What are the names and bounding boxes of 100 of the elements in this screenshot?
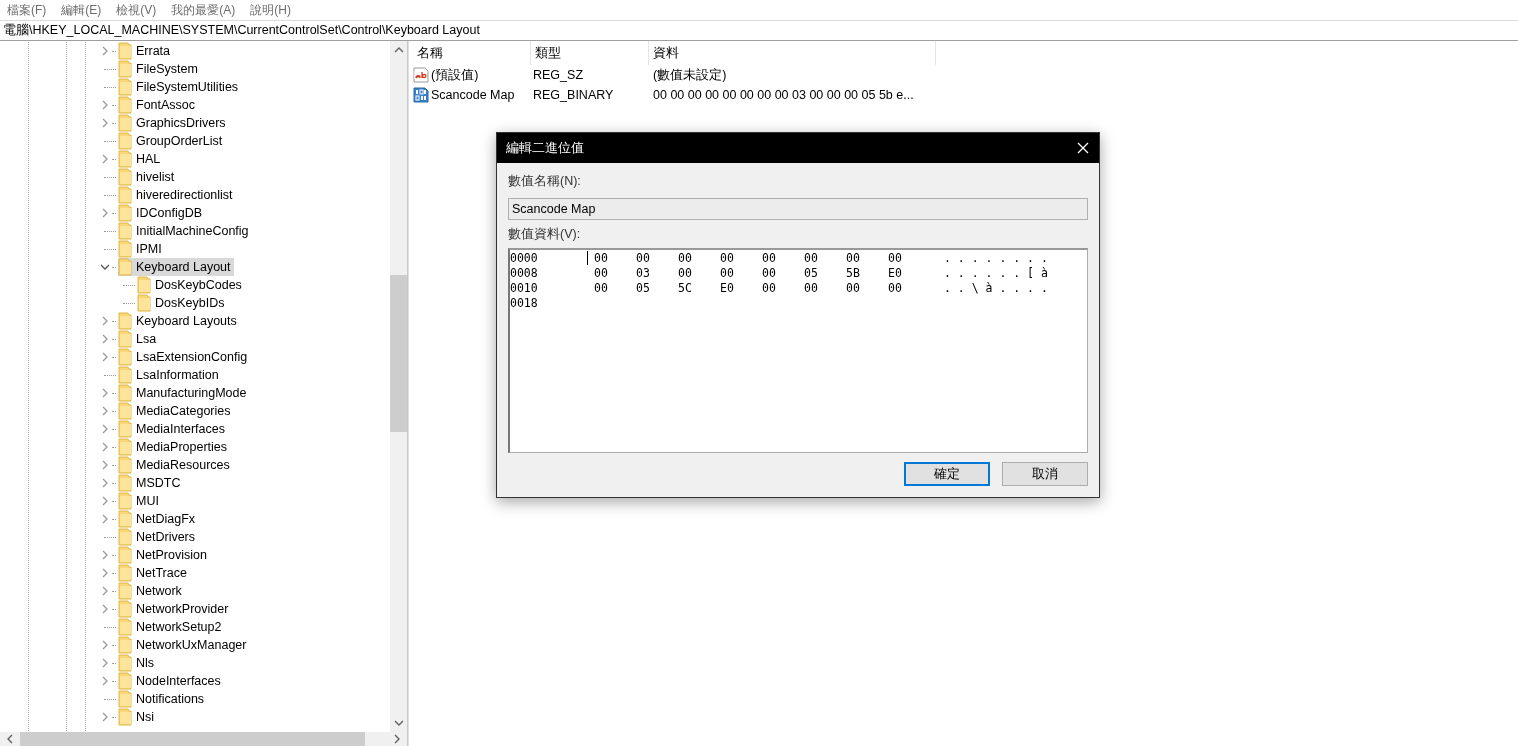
chevron-right-icon[interactable] xyxy=(100,712,110,722)
chevron-right-icon[interactable] xyxy=(100,514,110,524)
column-header[interactable]: 類型 xyxy=(531,41,649,65)
tree-item[interactable]: GraphicsDrivers xyxy=(118,114,229,132)
close-icon[interactable] xyxy=(1077,142,1089,154)
tree-item[interactable]: NetworkSetup2 xyxy=(118,618,225,636)
chevron-right-icon[interactable] xyxy=(100,406,110,416)
tree-item[interactable]: MSDTC xyxy=(118,474,184,492)
chevron-right-icon[interactable] xyxy=(393,734,401,744)
chevron-right-icon[interactable] xyxy=(100,676,110,686)
folder-icon xyxy=(118,600,132,618)
tree-item[interactable]: IDConfigDB xyxy=(118,204,205,222)
chevron-right-icon[interactable] xyxy=(100,100,110,110)
tree-item[interactable]: Network xyxy=(118,582,185,600)
tree-item[interactable]: Errata xyxy=(118,42,174,60)
chevron-down-icon[interactable] xyxy=(100,262,110,272)
chevron-right-icon[interactable] xyxy=(100,496,110,506)
chevron-right-icon[interactable] xyxy=(100,424,110,434)
dialog-button[interactable]: 取消 xyxy=(1002,462,1088,486)
folder-icon xyxy=(118,186,132,204)
tree-item[interactable]: HAL xyxy=(118,150,164,168)
menu-item[interactable]: 檔案(F) xyxy=(7,1,47,19)
tree-item[interactable]: MediaProperties xyxy=(118,438,230,456)
horizontal-scrollbar[interactable] xyxy=(0,732,407,746)
hex-byte: 00 xyxy=(636,251,651,266)
folder-icon xyxy=(118,654,132,672)
tree-item[interactable]: NodeInterfaces xyxy=(118,672,224,690)
chevron-right-icon[interactable] xyxy=(100,118,110,128)
chevron-right-icon[interactable] xyxy=(100,550,110,560)
chevron-right-icon[interactable] xyxy=(100,388,110,398)
tree-item[interactable]: FileSystem xyxy=(118,60,201,78)
tree-item[interactable]: Nls xyxy=(118,654,158,672)
column-header[interactable]: 名稱 xyxy=(413,41,531,65)
tree-item[interactable]: GroupOrderList xyxy=(118,132,226,150)
tree-item[interactable]: MediaCategories xyxy=(118,402,234,420)
tree-item[interactable]: hiveredirectionlist xyxy=(118,186,236,204)
chevron-right-icon[interactable] xyxy=(100,640,110,650)
chevron-right-icon[interactable] xyxy=(100,46,110,56)
tree-item[interactable]: InitialMachineConfig xyxy=(118,222,252,240)
tree-item[interactable]: FileSystemUtilities xyxy=(118,78,242,96)
vertical-scrollbar[interactable] xyxy=(390,41,407,732)
chevron-right-icon[interactable] xyxy=(100,478,110,488)
tree-item[interactable]: Nsi xyxy=(118,708,158,726)
tree-item[interactable]: DosKeybCodes xyxy=(137,276,245,294)
chevron-up-icon[interactable] xyxy=(393,46,404,54)
tree-item[interactable]: Keyboard Layout xyxy=(118,258,234,276)
tree-item[interactable]: FontAssoc xyxy=(118,96,199,114)
chevron-right-icon[interactable] xyxy=(100,208,110,218)
scrollbar-thumb[interactable] xyxy=(20,732,365,746)
dialog-button[interactable]: 確定 xyxy=(904,462,990,486)
tree-item[interactable]: Keyboard Layouts xyxy=(118,312,240,330)
hex-byte: 00 xyxy=(594,251,609,266)
folder-icon xyxy=(118,42,132,60)
chevron-right-icon[interactable] xyxy=(100,604,110,614)
tree-item[interactable]: IPMI xyxy=(118,240,165,258)
tree-item[interactable]: DosKeybIDs xyxy=(137,294,228,312)
tree-item[interactable]: MediaInterfaces xyxy=(118,420,228,438)
chevron-right-icon[interactable] xyxy=(100,352,110,362)
chevron-right-icon[interactable] xyxy=(100,568,110,578)
tree-item[interactable]: MUI xyxy=(118,492,162,510)
chevron-left-icon[interactable] xyxy=(6,734,14,744)
tree-item[interactable]: NetworkUxManager xyxy=(118,636,250,654)
menu-item[interactable]: 編輯(E) xyxy=(61,1,102,19)
tree-item[interactable]: NetDrivers xyxy=(118,528,199,546)
tree-item[interactable]: LsaExtensionConfig xyxy=(118,348,251,366)
tree-item[interactable]: NetTrace xyxy=(118,564,190,582)
folder-icon xyxy=(137,276,151,294)
tree-item[interactable]: MediaResources xyxy=(118,456,233,474)
chevron-right-icon[interactable] xyxy=(100,154,110,164)
chevron-right-icon[interactable] xyxy=(100,334,110,344)
hex-byte: 00 xyxy=(888,281,903,296)
tree-item[interactable]: Lsa xyxy=(118,330,160,348)
ascii-text: . . . . . . [ à xyxy=(944,266,1048,281)
menu-item[interactable]: 檢視(V) xyxy=(116,1,157,19)
tree-item[interactable]: LsaInformation xyxy=(118,366,222,384)
column-header[interactable]: 資料 xyxy=(649,41,936,65)
chevron-right-icon[interactable] xyxy=(100,442,110,452)
scrollbar-thumb[interactable] xyxy=(390,274,407,433)
hex-byte: 00 xyxy=(594,266,609,281)
tree-item[interactable]: ManufacturingMode xyxy=(118,384,250,402)
hex-editor-field[interactable]: 0000 00 00 00 00 00 00 00 00 . . . . . . . . 0008 00 03 00 00 00 05 5B E0 . . . . . . [ à 0010 00 05 5C E0 00 00 00 00 . . \ à . . . . 0018 xyxy=(508,248,1088,453)
hex-byte: 00 xyxy=(720,251,735,266)
folder-icon xyxy=(118,348,132,366)
chevron-right-icon[interactable] xyxy=(100,316,110,326)
chevron-right-icon[interactable] xyxy=(100,658,110,668)
address-bar[interactable]: 電腦\HKEY_LOCAL_MACHINE\SYSTEM\CurrentControlSet\Control\Keyboard Layout xyxy=(0,20,1518,41)
tree-item[interactable]: hivelist xyxy=(118,168,178,186)
tree-item[interactable]: NetworkProvider xyxy=(118,600,232,618)
menu-item[interactable]: 說明(H) xyxy=(250,1,291,19)
chevron-right-icon[interactable] xyxy=(100,460,110,470)
tree-item[interactable]: NetDiagFx xyxy=(118,510,199,528)
chevron-right-icon[interactable] xyxy=(100,586,110,596)
tree-item[interactable]: NetProvision xyxy=(118,546,210,564)
chevron-down-icon[interactable] xyxy=(393,719,404,727)
value-name: (預設值) xyxy=(431,66,479,84)
hex-byte: 05 xyxy=(636,281,651,296)
menu-item[interactable]: 我的最愛(A) xyxy=(171,1,236,19)
value-name-field[interactable]: Scancode Map xyxy=(508,198,1088,220)
value-name: Scancode Map xyxy=(431,88,515,102)
tree-item[interactable]: Notifications xyxy=(118,690,208,708)
